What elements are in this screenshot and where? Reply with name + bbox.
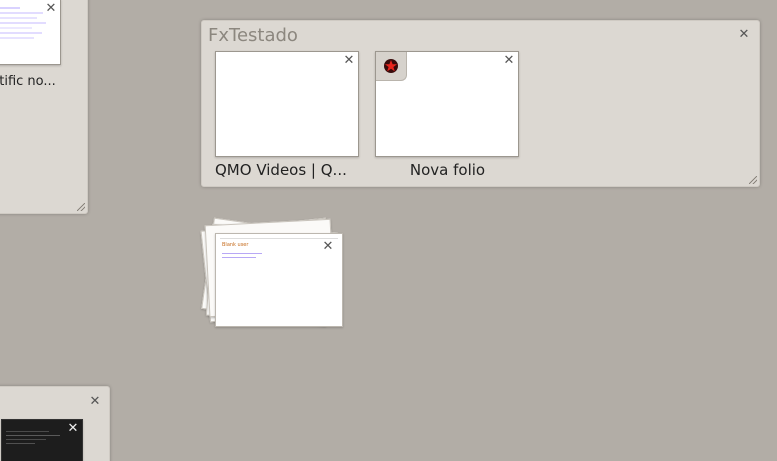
resize-grip-icon[interactable] (749, 176, 757, 184)
tab-thumbnail[interactable]: ✕ (375, 51, 519, 157)
tab-group-fxtestado[interactable]: FxTestado ✕ ✕ QMO Videos | Q... ✕ Nova f… (201, 20, 760, 187)
close-icon[interactable]: ✕ (343, 54, 355, 67)
tab-title: ntific no... (0, 74, 56, 89)
close-icon[interactable]: ✕ (503, 54, 515, 67)
close-icon[interactable]: ✕ (67, 422, 79, 435)
tab-thumbnail[interactable]: ✕ (1, 419, 83, 461)
close-icon[interactable]: ✕ (322, 240, 334, 253)
tab-group-left-bottom[interactable]: ✕ ✕ (0, 386, 110, 461)
tab-stack[interactable]: Blank user ✕ (200, 216, 363, 346)
tab-group-left-top[interactable]: ✕ ntific no... (0, 0, 88, 214)
tab-item-qmo-videos[interactable]: ✕ QMO Videos | Q... (215, 51, 360, 181)
close-icon[interactable]: ✕ (89, 395, 101, 408)
stack-top-thumbnail[interactable]: Blank user ✕ (215, 233, 343, 327)
thumbnail-header-bar (220, 234, 338, 239)
resize-grip-icon[interactable] (77, 203, 85, 211)
group-title[interactable]: FxTestado (208, 25, 298, 46)
close-icon[interactable]: ✕ (738, 28, 750, 41)
red-star-icon (384, 59, 398, 73)
favicon-tab (376, 52, 407, 81)
tab-item[interactable]: ✕ (1, 419, 83, 461)
tab-title: Nova folio (409, 161, 486, 179)
tab-thumbnail[interactable]: ✕ (0, 0, 61, 65)
close-icon[interactable]: ✕ (45, 2, 57, 15)
tab-item-nova-folio[interactable]: ✕ Nova folio (375, 51, 520, 181)
tab-title: QMO Videos | Q... (215, 161, 347, 179)
tab-thumbnail[interactable]: ✕ (215, 51, 359, 157)
tab-item[interactable]: ✕ ntific no... (0, 0, 63, 89)
